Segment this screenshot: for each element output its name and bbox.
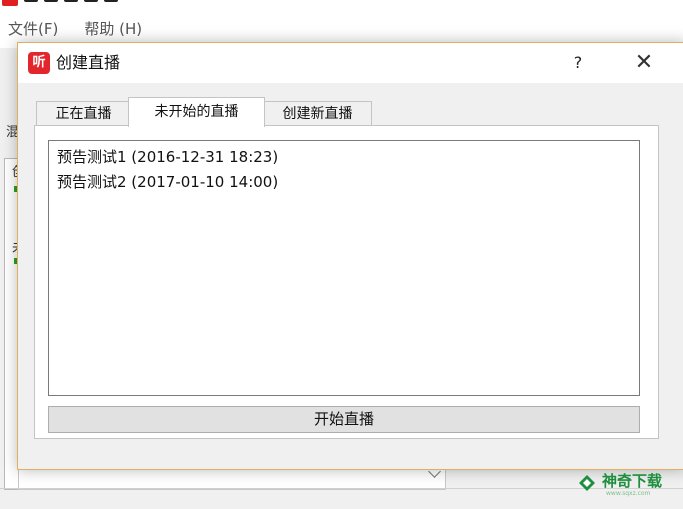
app-icon [2,0,18,6]
menu-file[interactable]: 文件(F) [0,18,76,40]
tab-upcoming-live[interactable]: 未开始的直播 [128,97,265,127]
tab-create-live[interactable]: 创建新直播 [263,101,372,126]
main-menubar: 文件(F) 帮助 (H) [0,18,152,40]
list-item[interactable]: 预告测试2 (2017-01-10 14:00) [57,173,278,191]
watermark: 神奇下载 www.sqxz.com [548,466,683,500]
menu-help[interactable]: 帮助 (H) [76,18,152,40]
watermark-logo-icon [579,475,595,491]
upcoming-live-list[interactable]: 预告测试1 (2016-12-31 18:23) 预告测试2 (2017-01-… [48,140,640,396]
upcoming-tab-panel: 预告测试1 (2016-12-31 18:23) 预告测试2 (2017-01-… [34,125,659,439]
tab-live-now[interactable]: 正在直播 [36,101,131,126]
dialog-titlebar[interactable]: 听 创建直播 ? ✕ [18,43,683,83]
dialog-title: 创建直播 [56,53,121,72]
watermark-text: 神奇下载 [602,472,663,490]
main-side-label-1: 混 [6,125,20,140]
main-window-title [24,0,144,4]
list-item[interactable]: 预告测试1 (2016-12-31 18:23) [57,148,278,166]
help-button[interactable]: ? [562,49,594,77]
app-logo-icon: 听 [28,52,50,74]
watermark-url: www.sqxz.com [606,490,651,497]
create-live-dialog: 听 创建直播 ? ✕ 正在直播 未开始的直播 创建新直播 预告测试1 (2016… [17,42,683,470]
close-button[interactable]: ✕ [628,49,660,77]
start-live-button[interactable]: 开始直播 [48,406,640,433]
